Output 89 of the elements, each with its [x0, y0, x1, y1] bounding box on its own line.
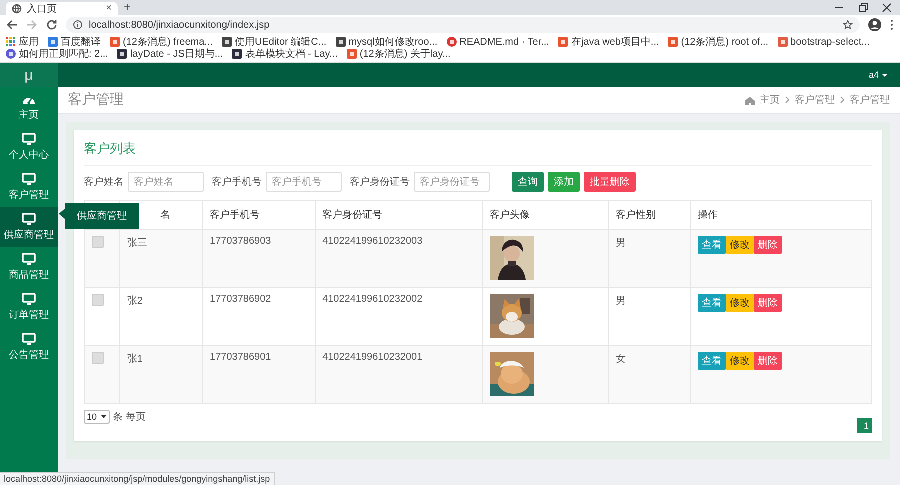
address-bar[interactable]: localhost:8080/jinxiaocunxitong/index.jsp: [66, 17, 860, 33]
info-icon: [73, 20, 83, 30]
input-field[interactable]: 客户手机号: [266, 172, 342, 192]
new-tab-button[interactable]: +: [124, 1, 132, 15]
search-button[interactable]: 查询: [512, 172, 544, 192]
bookmark[interactable]: bootstrap-select...: [778, 36, 870, 48]
breadcrumb-link[interactable]: 客户管理: [795, 93, 835, 107]
edit-button[interactable]: 修改: [726, 236, 754, 254]
browser-tab[interactable]: 入口页 ×: [6, 2, 118, 15]
column-header: 客户身份证号: [315, 200, 483, 230]
bookmark[interactable]: 表单模块文档 - Lay...: [232, 48, 338, 60]
input-field[interactable]: 客户身份证号: [414, 172, 490, 192]
bookmark[interactable]: (12条消息) freema...: [110, 36, 214, 48]
page-title: 客户管理: [68, 91, 124, 109]
more-menu-icon[interactable]: [890, 19, 894, 31]
bookmark[interactable]: layDate - JS日期与...: [117, 48, 224, 60]
bookmark[interactable]: 如何用正则匹配: 2...: [6, 48, 108, 60]
delete-button[interactable]: 删除: [754, 352, 782, 370]
bookmark[interactable]: 应用: [6, 36, 39, 48]
checkbox[interactable]: [92, 352, 104, 364]
edit-button[interactable]: 修改: [726, 352, 754, 370]
sidebar-item[interactable]: 个人中心: [0, 127, 58, 167]
monitor-icon: [22, 333, 36, 345]
sidebar-item[interactable]: 公告管理: [0, 327, 58, 367]
checkbox[interactable]: [92, 294, 104, 306]
sidebar-item[interactable]: 客户管理: [0, 167, 58, 207]
site-favicon-icon: [117, 49, 128, 59]
table-cell: 张三: [120, 230, 203, 288]
breadcrumb-link[interactable]: 主页: [760, 93, 780, 107]
chevron-icon: [840, 96, 845, 104]
bookmark[interactable]: 使用UEditor 编辑C...: [222, 36, 327, 48]
monitor-icon: [22, 293, 36, 305]
chevron-icon: [785, 96, 790, 104]
user-menu[interactable]: a4: [868, 70, 879, 80]
page-size-select[interactable]: 10: [84, 410, 110, 424]
table-cell: 男: [608, 230, 690, 288]
apps-grid-icon: [6, 37, 16, 47]
site-favicon-icon: [232, 49, 242, 59]
bookmark[interactable]: (12条消息) 关于lay...: [346, 48, 451, 60]
app-logo: μ: [0, 63, 58, 87]
field-label: 客户身份证号: [350, 176, 410, 189]
table-cell: 410224199610232001: [315, 346, 483, 404]
tooltip: 供应商管理: [59, 203, 139, 229]
page-button[interactable]: 1: [857, 418, 872, 433]
table-cell: 17703786903: [202, 230, 316, 288]
bookmark[interactable]: mysql如何修改roo...: [336, 36, 438, 48]
table-cell: 张1: [120, 346, 203, 404]
globe-icon: [12, 4, 22, 14]
sidebar-item[interactable]: 商品管理: [0, 247, 58, 287]
monitor-icon: [22, 173, 36, 185]
monitor-icon: [22, 213, 36, 225]
table-cell: 410224199610232003: [315, 230, 483, 288]
edit-button[interactable]: 修改: [726, 294, 754, 312]
home-icon: [745, 96, 755, 104]
field-label: 客户姓名: [84, 176, 124, 189]
delete-button[interactable]: 删除: [754, 294, 782, 312]
close-tab-button[interactable]: ×: [106, 3, 112, 14]
card-title: 客户列表: [84, 136, 872, 166]
reload-icon[interactable]: [46, 19, 58, 31]
column-header: 客户手机号: [202, 200, 316, 230]
sidebar-item[interactable]: 主页: [0, 87, 58, 127]
table-cell: 17703786901: [202, 346, 316, 404]
close-icon[interactable]: [882, 2, 892, 12]
bookmark[interactable]: 在java web项目中...: [558, 36, 660, 48]
star-icon[interactable]: [843, 20, 853, 30]
column-header: 操作: [690, 200, 872, 230]
status-url: localhost:8080/jinxiaocunxitong/jsp/modules/gongyingshang/list.jsp: [0, 472, 276, 485]
field-label: 客户手机号: [212, 176, 262, 189]
delete-button[interactable]: 删除: [754, 236, 782, 254]
site-favicon-icon: [6, 49, 16, 59]
account-icon[interactable]: [868, 18, 882, 32]
page-size-label: 条 每页: [113, 411, 146, 424]
sidebar-item[interactable]: 订单管理: [0, 287, 58, 327]
back-arrow-icon[interactable]: [6, 19, 18, 31]
batch-delete-button[interactable]: 批量删除: [584, 172, 636, 192]
restore-icon[interactable]: [858, 2, 868, 12]
bookmark[interactable]: (12条消息) root of...: [668, 36, 769, 48]
bookmark[interactable]: README.md · Ter...: [446, 36, 550, 48]
table-cell: 女: [608, 346, 690, 404]
dropdown-caret-icon: [101, 415, 108, 419]
monitor-icon: [22, 133, 36, 145]
column-header: 客户头像: [482, 200, 609, 230]
checkbox[interactable]: [92, 236, 104, 248]
sidebar-item[interactable]: 供应商管理: [0, 207, 58, 247]
monitor-icon: [22, 253, 36, 265]
site-favicon-icon: [346, 49, 357, 59]
caret-icon[interactable]: [882, 74, 888, 76]
bookmark[interactable]: 百度翻译: [48, 36, 101, 48]
input-field[interactable]: 客户姓名: [128, 172, 204, 192]
